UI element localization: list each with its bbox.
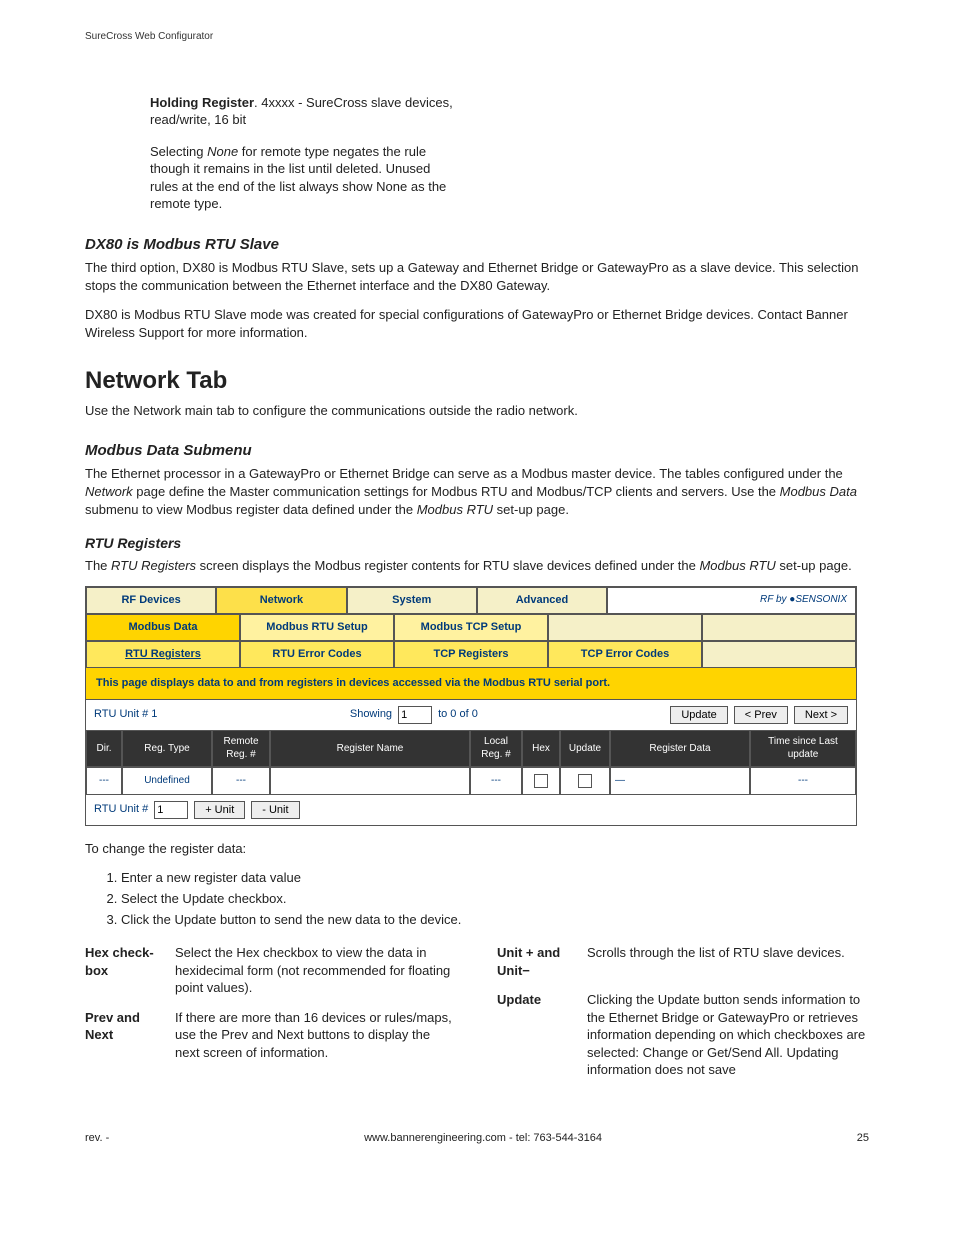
modbus-p: The Ethernet processor in a GatewayPro o… bbox=[85, 465, 869, 518]
dx80-heading: DX80 is Modbus RTU Slave bbox=[85, 235, 869, 255]
rtu-heading: RTU Registers bbox=[85, 534, 869, 553]
modbus-heading: Modbus Data Submenu bbox=[85, 441, 869, 461]
next-button[interactable]: Next > bbox=[794, 706, 848, 724]
panel-description: This page displays data to and from regi… bbox=[86, 668, 856, 700]
change-steps: Enter a new register data value Select t… bbox=[121, 869, 869, 928]
def-prevnext: Prev and Next If there are more than 16 … bbox=[85, 1009, 457, 1062]
grid-row: --- Undefined --- --- — --- bbox=[86, 767, 856, 795]
rtu-p: The RTU Registers screen displays the Mo… bbox=[85, 557, 869, 575]
def-unit: Unit + and Unit− Scrolls through the lis… bbox=[497, 944, 869, 979]
def-update: Update Clicking the Update button sends … bbox=[497, 991, 869, 1079]
hex-checkbox[interactable] bbox=[534, 774, 548, 788]
thirdtab-blank bbox=[702, 641, 856, 668]
holding-register-para: Holding Register. 4xxxx - SureCross slav… bbox=[150, 94, 460, 129]
thirdtab-tcp-registers[interactable]: TCP Registers bbox=[394, 641, 548, 668]
showing-suffix: to 0 of 0 bbox=[438, 707, 478, 722]
selecting-none-para: Selecting None for remote type negates t… bbox=[150, 143, 460, 213]
subtab-modbus-data[interactable]: Modbus Data bbox=[86, 614, 240, 641]
tab-system[interactable]: System bbox=[347, 587, 477, 614]
dx80-p2: DX80 is Modbus RTU Slave mode was create… bbox=[85, 306, 869, 341]
tab-network[interactable]: Network bbox=[216, 587, 346, 614]
showing-label: Showing bbox=[350, 707, 392, 722]
thirdtab-rtu-error-codes[interactable]: RTU Error Codes bbox=[240, 641, 394, 668]
subtab-modbus-rtu-setup[interactable]: Modbus RTU Setup bbox=[240, 614, 394, 641]
page-header: SureCross Web Configurator bbox=[85, 30, 869, 44]
grid-header: Dir. Reg. Type Remote Reg. # Register Na… bbox=[86, 730, 856, 767]
bottom-unit-label: RTU Unit # bbox=[94, 802, 148, 817]
update-checkbox[interactable] bbox=[578, 774, 592, 788]
update-button[interactable]: Update bbox=[670, 706, 727, 724]
network-p: Use the Network main tab to configure th… bbox=[85, 402, 869, 420]
showing-input[interactable] bbox=[398, 706, 432, 724]
bottom-unit-input[interactable] bbox=[154, 801, 188, 819]
prev-button[interactable]: < Prev bbox=[734, 706, 788, 724]
minus-unit-button[interactable]: - Unit bbox=[251, 801, 299, 819]
subtab-modbus-tcp-setup[interactable]: Modbus TCP Setup bbox=[394, 614, 548, 641]
subtab-blank2 bbox=[702, 614, 856, 641]
rtu-registers-panel: RF Devices Network System Advanced RF by… bbox=[85, 586, 857, 825]
change-intro: To change the register data: bbox=[85, 840, 869, 858]
unit-label: RTU Unit # 1 bbox=[94, 707, 157, 722]
def-hex: Hex check-box Select the Hex checkbox to… bbox=[85, 944, 457, 997]
dx80-p1: The third option, DX80 is Modbus RTU Sla… bbox=[85, 259, 869, 294]
thirdtab-tcp-error-codes[interactable]: TCP Error Codes bbox=[548, 641, 702, 668]
page-footer: rev. - www.bannerengineering.com - tel: … bbox=[85, 1131, 869, 1146]
tab-rf-devices[interactable]: RF Devices bbox=[86, 587, 216, 614]
network-heading: Network Tab bbox=[85, 365, 869, 397]
subtab-blank1 bbox=[548, 614, 702, 641]
brand-label: RF by ●SENSONIX bbox=[607, 587, 856, 614]
thirdtab-rtu-registers[interactable]: RTU Registers bbox=[86, 641, 240, 668]
tab-advanced[interactable]: Advanced bbox=[477, 587, 607, 614]
plus-unit-button[interactable]: + Unit bbox=[194, 801, 245, 819]
